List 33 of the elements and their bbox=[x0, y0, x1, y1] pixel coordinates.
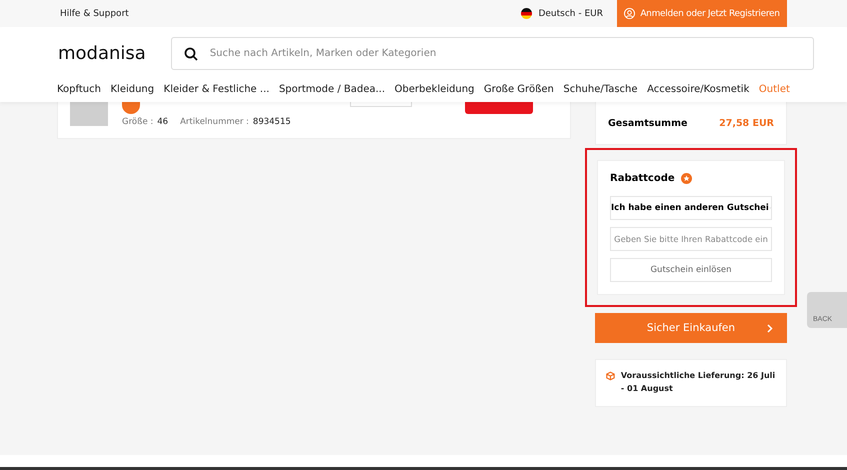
logo[interactable]: modanisa bbox=[57, 40, 147, 66]
size-label: Größe : bbox=[122, 117, 154, 127]
quantity-field[interactable] bbox=[350, 102, 412, 107]
size-value: 46 bbox=[157, 117, 168, 127]
total-label: Gesamtsumme bbox=[608, 118, 688, 128]
nav-link[interactable]: Kleider & Festliche ... bbox=[164, 84, 270, 95]
price-badge bbox=[465, 102, 533, 114]
nav-link[interactable]: Oberbekleidung bbox=[394, 84, 474, 95]
article-label: Artikelnummer : bbox=[180, 117, 249, 127]
total-value: 27,58 EUR bbox=[719, 118, 774, 128]
nav-link[interactable]: Accessoire/Kosmetik bbox=[647, 84, 750, 95]
nav-link[interactable]: Große Größen bbox=[484, 84, 554, 95]
nav-link[interactable]: Kleidung bbox=[110, 84, 154, 95]
user-icon bbox=[624, 8, 636, 19]
article-value: 8934515 bbox=[252, 117, 291, 127]
photo-placeholder bbox=[70, 102, 108, 126]
search-bar[interactable]: Suche nach Artikeln, Marken oder Kategorien bbox=[170, 37, 814, 70]
help-link[interactable]: Hilfe & Support bbox=[60, 8, 129, 18]
delivery-text: Voraussichtliche Lieferung: 26 Juli - 01 August bbox=[620, 370, 776, 395]
coupon-title: Rabattcode bbox=[610, 173, 675, 184]
badge-icon bbox=[122, 102, 140, 114]
nav-link[interactable]: Kopftuch bbox=[57, 84, 101, 95]
star-badge-icon bbox=[680, 173, 692, 184]
coupon-input[interactable]: Geben Sie bitte Ihren Rabattcode ein bbox=[610, 227, 772, 251]
nav-link[interactable]: Schuhe/Tasche bbox=[563, 84, 638, 95]
coupon-select[interactable]: Ich habe einen anderen Gutschei bbox=[610, 196, 772, 220]
flag-icon bbox=[521, 8, 532, 19]
chevron-right-icon bbox=[767, 324, 773, 332]
nav-link[interactable]: Sportmode / Badea... bbox=[278, 84, 386, 95]
box-icon bbox=[606, 370, 615, 382]
language-selector[interactable]: Deutsch - EUR bbox=[521, 8, 603, 19]
redeem-button[interactable]: Gutschein einlösen bbox=[610, 258, 772, 282]
search-icon bbox=[184, 46, 198, 60]
